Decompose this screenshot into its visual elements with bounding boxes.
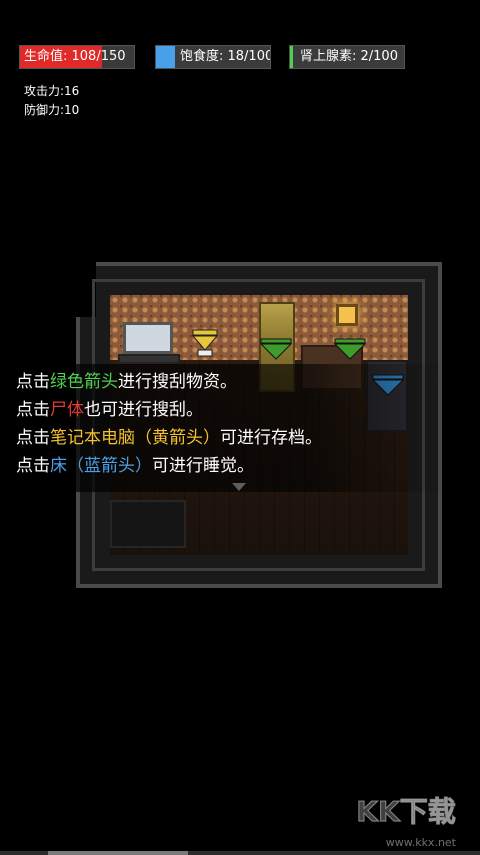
tutorial-line-search-supplies: 点击绿色箭头进行搜刮物资。 bbox=[16, 369, 237, 395]
tutorial-text: 点击 bbox=[16, 428, 50, 448]
hp-label: 生命值: 108/150 bbox=[24, 49, 126, 64]
corpse-highlight: 尸体 bbox=[50, 400, 84, 420]
defense-stat: 防御力:10 bbox=[24, 103, 80, 117]
attack-stat: 攻击力:16 bbox=[24, 84, 80, 98]
green-arrow-highlight: 绿色箭头 bbox=[50, 372, 118, 392]
yellow-arrow-icon[interactable] bbox=[190, 328, 220, 358]
tutorial-line-sleep: 点击床（蓝箭头）可进行睡觉。 bbox=[16, 453, 254, 479]
watermark-logo-icon: KK下载 bbox=[356, 795, 456, 829]
tutorial-text: 可进行存档。 bbox=[220, 428, 322, 448]
tutorial-line-search-corpse: 点击尸体也可进行搜刮。 bbox=[16, 397, 203, 423]
watermark-url: www.kkx.net bbox=[385, 836, 456, 849]
adrenaline-label: 肾上腺素: 2/100 bbox=[300, 49, 398, 64]
tutorial-text: 进行搜刮物资。 bbox=[118, 372, 237, 392]
hunger-label: 饱食度: 18/100 bbox=[180, 49, 271, 64]
wall-lamp bbox=[336, 304, 358, 326]
bed-highlight: 床（蓝箭头） bbox=[50, 456, 152, 476]
tutorial-text: 可进行睡觉。 bbox=[152, 456, 254, 476]
home-indicator bbox=[48, 851, 188, 855]
watermark-logo-text: KK下载 bbox=[356, 795, 455, 828]
tutorial-text: 点击 bbox=[16, 400, 50, 420]
green-arrow-icon[interactable] bbox=[333, 338, 367, 360]
hunger-bar: 饱食度: 18/100 bbox=[155, 45, 271, 69]
laptop-screen bbox=[123, 322, 173, 354]
laptop-highlight: 笔记本电脑（黄箭头） bbox=[50, 428, 220, 448]
tutorial-text: 点击 bbox=[16, 372, 50, 392]
green-arrow-icon[interactable] bbox=[259, 338, 293, 360]
sofa bbox=[110, 500, 186, 548]
tutorial-text: 也可进行搜刮。 bbox=[84, 400, 203, 420]
laptop-base bbox=[118, 354, 180, 364]
laptop[interactable] bbox=[118, 322, 180, 367]
adrenaline-bar: 肾上腺素: 2/100 bbox=[289, 45, 405, 69]
tutorial-line-save: 点击笔记本电脑（黄箭头）可进行存档。 bbox=[16, 425, 322, 451]
tutorial-text: 点击 bbox=[16, 456, 50, 476]
hp-bar: 生命值: 108/150 bbox=[19, 45, 135, 69]
